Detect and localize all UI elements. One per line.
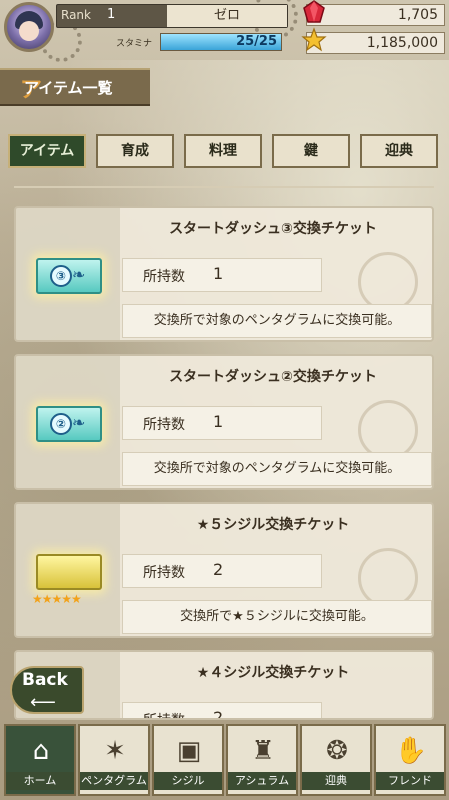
tab-rewards[interactable]: 迎典	[360, 134, 438, 168]
nav-home[interactable]: ⌂ ホーム	[4, 724, 76, 796]
count-value: 1	[213, 412, 224, 431]
nav-label: シジル	[154, 772, 222, 790]
count-label: 所持数	[143, 565, 185, 581]
item-icon-area: ③ ❧	[16, 208, 120, 340]
item-card[interactable]: ② ❧ スタートダッシュ②交換チケット 所持数 1 交換所で対象のペンタグラムに…	[14, 354, 434, 490]
back-button[interactable]: Back ⟵	[10, 666, 84, 714]
item-name: スタートダッシュ②交換チケット	[169, 369, 377, 385]
gem-count: 1,705	[397, 7, 438, 23]
wing-icon: ❧	[72, 413, 86, 432]
count-label: 所持数	[143, 417, 185, 433]
page-title-banner: ア アイテム一覧	[0, 68, 150, 106]
handshake-icon: ✋	[394, 736, 428, 766]
castle-icon: ♜	[251, 736, 275, 766]
wing-icon: ❧	[72, 265, 86, 284]
spiral-decoration-icon	[358, 548, 418, 608]
item-card[interactable]: ③ ❧ スタートダッシュ③交換チケット 所持数 1 交換所で対象のペンタグラムに…	[14, 206, 434, 342]
nav-label: ペンタグラム	[80, 772, 148, 790]
nav-pentagram[interactable]: ✶ ペンタグラム	[78, 724, 150, 796]
tab-items[interactable]: アイテム	[8, 134, 86, 168]
spiral-decoration-icon	[358, 252, 418, 312]
nav-label: アシュラム	[228, 772, 296, 790]
ticket-number: ③	[50, 265, 72, 287]
item-description: 交換所で対象のペンタグラムに交換可能。	[122, 452, 432, 486]
category-tabs: アイテム 育成 料理 鍵 迎典	[8, 134, 444, 170]
spiral-decoration-icon	[358, 400, 418, 460]
item-count-box: 所持数 2	[122, 554, 322, 588]
item-description: 交換所で★５シジルに交換可能。	[122, 600, 432, 634]
bottom-nav: ⌂ ホーム ✶ ペンタグラム ▣ シジル ♜ アシュラム ❂ 迎典 ✋ フレンド	[0, 718, 449, 800]
rarity-stars: ★★★★★	[32, 592, 82, 606]
tab-keys[interactable]: 鍵	[272, 134, 350, 168]
tab-cooking[interactable]: 料理	[184, 134, 262, 168]
coin-counter[interactable]: 1,185,000	[301, 27, 445, 54]
item-name: スタートダッシュ③交換チケット	[169, 221, 377, 237]
coin-count: 1,185,000	[366, 35, 438, 51]
sigil-frame-icon: ▣	[176, 736, 202, 766]
gem-counter[interactable]: 1,705	[303, 0, 445, 26]
count-value: 2	[213, 560, 224, 579]
teal-ticket-icon: ② ❧	[36, 406, 102, 442]
back-arrow-icon: ⟵	[30, 692, 56, 713]
rank-bar: Rank 1 ゼロ	[56, 4, 288, 28]
item-name: ★４シジル交換チケット	[196, 665, 350, 681]
item-name: ★５シジル交換チケット	[196, 517, 350, 533]
nav-label: 迎典	[302, 772, 370, 790]
player-avatar[interactable]	[4, 2, 54, 52]
nav-ashram[interactable]: ♜ アシュラム	[226, 724, 298, 796]
nav-label: フレンド	[376, 772, 444, 790]
rank-value: 1	[107, 7, 116, 22]
item-icon-area: ② ❧	[16, 356, 120, 488]
nav-sigil[interactable]: ▣ シジル	[152, 724, 224, 796]
pentagram-icon: ✶	[104, 736, 126, 766]
avatar-face	[19, 21, 39, 41]
tab-training[interactable]: 育成	[96, 134, 174, 168]
back-label: Back	[22, 670, 68, 690]
count-label: 所持数	[143, 269, 185, 285]
divider	[14, 186, 434, 188]
stamina-label: スタミナ	[116, 39, 153, 49]
stamina-value: 25/25	[236, 34, 277, 49]
stamina-bar: 25/25	[160, 33, 282, 51]
nav-friend[interactable]: ✋ フレンド	[374, 724, 446, 796]
nav-label: ホーム	[6, 772, 74, 790]
item-icon-area: ★★★★★	[16, 504, 120, 636]
item-description: 交換所で対象のペンタグラムに交換可能。	[122, 304, 432, 338]
item-count-box: 所持数 1	[122, 406, 322, 440]
rank-label: Rank	[61, 8, 91, 22]
item-count-box: 所持数 1	[122, 258, 322, 292]
ticket-number: ②	[50, 413, 72, 435]
nav-rewards[interactable]: ❂ 迎典	[300, 724, 372, 796]
player-name: ゼロ	[167, 5, 287, 27]
status-header: Rank 1 ゼロ スタミナ 25/25 1,705 1,185,000	[0, 0, 449, 62]
item-card[interactable]: ★★★★★ ★５シジル交換チケット 所持数 2 交換所で★５シジルに交換可能。	[14, 502, 434, 638]
gold-star-coin-icon	[301, 27, 327, 52]
gold-ticket-icon	[36, 554, 102, 590]
gift-globe-icon: ❂	[326, 736, 348, 766]
teal-ticket-icon: ③ ❧	[36, 258, 102, 294]
home-icon: ⌂	[32, 736, 50, 766]
count-value: 1	[213, 264, 224, 283]
red-gem-icon	[303, 0, 325, 23]
page-title: アイテム一覧	[24, 79, 113, 97]
